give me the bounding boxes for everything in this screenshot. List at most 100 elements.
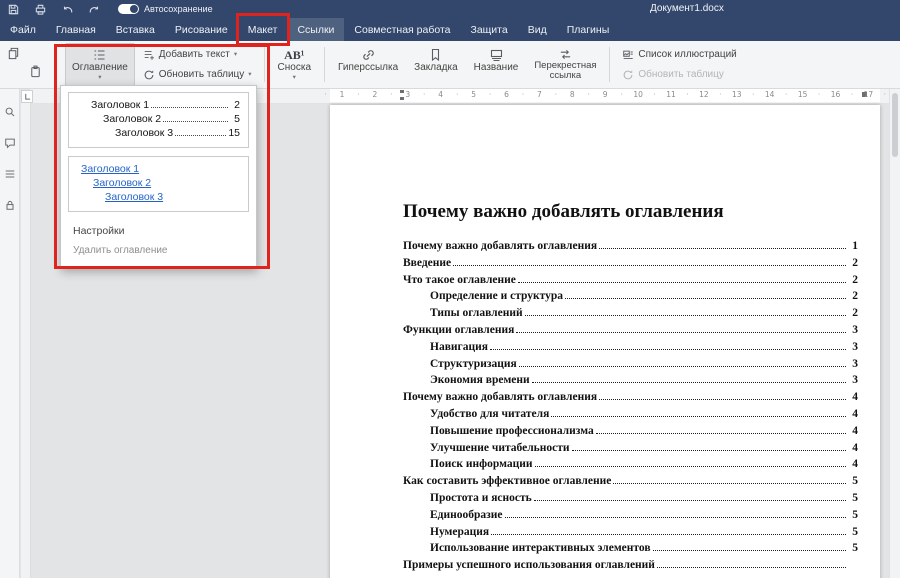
preview-link-entry: Заголовок 1 (77, 163, 240, 177)
tab-stop-selector[interactable] (21, 90, 33, 103)
toc-entry[interactable]: Что такое оглавление2 (403, 274, 858, 291)
tab-Совместная работа[interactable]: Совместная работа (344, 18, 460, 41)
tab-Защита[interactable]: Защита (460, 18, 517, 41)
ruler-tick: · (489, 88, 491, 102)
toc-page-number: 5 (848, 542, 858, 554)
ruler-tick: · (851, 88, 853, 102)
tab-Файл[interactable]: Файл (0, 18, 46, 41)
toc-entry[interactable]: Единообразие 5 (403, 509, 858, 526)
toc-page-number: 5 (848, 526, 858, 538)
search-icon[interactable] (2, 104, 18, 120)
toc-remove-menu-item[interactable]: Удалить оглавление (61, 240, 256, 259)
document-page[interactable]: Почему важно добавлять оглавления Почему… (330, 105, 880, 578)
tab-Главная[interactable]: Главная (46, 18, 106, 41)
illustrations-group: Список иллюстраций Обновить таблицу (615, 41, 743, 88)
toc-entry[interactable]: Типы оглавлений2 (403, 307, 858, 324)
save-button[interactable] (0, 0, 27, 18)
document-toc: Почему важно добавлять оглавления1Введен… (403, 240, 858, 576)
toc-page-number: 4 (848, 458, 858, 470)
ribbon-separator (609, 47, 610, 82)
preview-entry-label: Заголовок 3 (115, 127, 173, 139)
comments-icon[interactable] (2, 135, 18, 151)
update-table-button[interactable]: Обновить таблицу ▾ (140, 66, 255, 83)
toc-entry-label: Экономия времени (430, 374, 530, 386)
toc-page-number: 3 (848, 358, 858, 370)
illustrations-icon (622, 49, 634, 61)
autosave-toggle[interactable] (118, 4, 139, 14)
scrollbar-thumb[interactable] (892, 93, 898, 157)
tab-Плагины[interactable]: Плагины (557, 18, 620, 41)
caption-button[interactable]: Название (467, 43, 526, 86)
ruler-number: 7 (537, 88, 542, 102)
tab-Вставка[interactable]: Вставка (106, 18, 165, 41)
cross-reference-button[interactable]: Перекрестная ссылка (527, 43, 603, 86)
update-table-disabled-button[interactable]: Обновить таблицу (619, 66, 739, 83)
ruler-tick: · (555, 88, 557, 102)
toc-page-number: 4 (848, 408, 858, 420)
lock-icon[interactable] (2, 197, 18, 213)
ruler-tick: · (620, 88, 622, 102)
ruler-number: 10 (633, 88, 643, 102)
table-of-contents-button[interactable]: Оглавление ▾ (65, 43, 135, 86)
document-heading[interactable]: Почему важно добавлять оглавления (403, 201, 858, 223)
toc-entry-label: Поиск информации (430, 458, 533, 470)
paste-icon[interactable] (29, 65, 42, 78)
bookmark-button[interactable]: Закладка (407, 43, 464, 86)
toc-settings-menu-item[interactable]: Настройки (61, 220, 256, 240)
preview-entry-label: Заголовок 1 (91, 99, 149, 111)
tab-Рисование[interactable]: Рисование (165, 18, 238, 41)
ruler-tick: · (884, 88, 886, 102)
ruler-tick: · (423, 88, 425, 102)
toc-entry[interactable]: Почему важно добавлять оглавления1 (403, 240, 858, 257)
toc-entry[interactable]: Определение и структура2 (403, 290, 858, 307)
ruler-number: 5 (471, 88, 476, 102)
tab-Вид[interactable]: Вид (518, 18, 557, 41)
bookmark-icon (428, 48, 443, 62)
chevron-down-icon: ▾ (98, 74, 101, 81)
tab-bar: ФайлГлавнаяВставкаРисованиеМакетСсылкиСо… (0, 18, 900, 41)
add-text-button[interactable]: Добавить текст ▾ (140, 46, 255, 63)
toc-entry[interactable]: Экономия времени3 (403, 374, 858, 391)
toc-entry[interactable]: Поиск информации 4 (403, 458, 858, 475)
preview-entry-label: Заголовок 2 (103, 113, 161, 125)
left-indent-marker[interactable] (400, 97, 404, 100)
toc-entry-label: Единообразие (430, 509, 503, 521)
toc-page-number: 3 (848, 324, 858, 336)
toc-entry-label: Функции оглавления (403, 324, 514, 336)
toc-entry[interactable]: Нумерация5 (403, 526, 858, 543)
toc-entry[interactable]: Повышение профессионализма4 (403, 425, 858, 442)
toc-entry[interactable]: Примеры успешного использования оглавлен… (403, 559, 858, 576)
hyperlink-button[interactable]: Гиперссылка (331, 43, 405, 86)
tab-Ссылки[interactable]: Ссылки (287, 18, 344, 41)
illustrations-list-button[interactable]: Список иллюстраций (619, 46, 739, 63)
toc-entry[interactable]: Улучшение читабельности4 (403, 442, 858, 459)
left-margin-marker[interactable] (400, 90, 404, 93)
toc-leader-dots (657, 567, 846, 568)
toc-entry[interactable]: Функции оглавления 3 (403, 324, 858, 341)
toc-entry[interactable]: Использование интерактивных элементов5 (403, 542, 858, 559)
toc-entry[interactable]: Как составить эффективное оглавление5 (403, 475, 858, 492)
toc-entry[interactable]: Удобство для читателя4 (403, 408, 858, 425)
toc-entry[interactable]: Структуризация3 (403, 358, 858, 375)
navigation-icon[interactable] (2, 166, 18, 182)
preview-leader-dots (163, 121, 228, 122)
toc-page-number: 5 (848, 509, 858, 521)
tab-Макет[interactable]: Макет (238, 18, 288, 41)
toc-style-preview-links[interactable]: Заголовок 1Заголовок 2Заголовок 3 (68, 156, 249, 212)
redo-button[interactable] (81, 0, 108, 18)
toc-entry[interactable]: Простота и ясность5 (403, 492, 858, 509)
toc-entry[interactable]: Введение2 (403, 257, 858, 274)
preview-entry: Заголовок 12 (77, 99, 240, 113)
footnote-button[interactable]: AB¹ Сноска ▾ (271, 43, 318, 86)
preview-link-label: Заголовок 1 (81, 163, 139, 175)
toc-entry[interactable]: Почему важно добавлять оглавления4 (403, 391, 858, 408)
ruler-number: 17 (864, 88, 874, 102)
print-button[interactable] (27, 0, 54, 18)
toc-entry[interactable]: Навигация3 (403, 341, 858, 358)
toc-style-preview-numbered[interactable]: Заголовок 12Заголовок 25Заголовок 315 (68, 92, 249, 148)
undo-button[interactable] (54, 0, 81, 18)
update-table-label: Обновить таблицу (159, 69, 245, 81)
vertical-scrollbar[interactable] (889, 88, 900, 578)
ruler-tick: · (522, 88, 524, 102)
copy-icon[interactable] (7, 47, 20, 60)
